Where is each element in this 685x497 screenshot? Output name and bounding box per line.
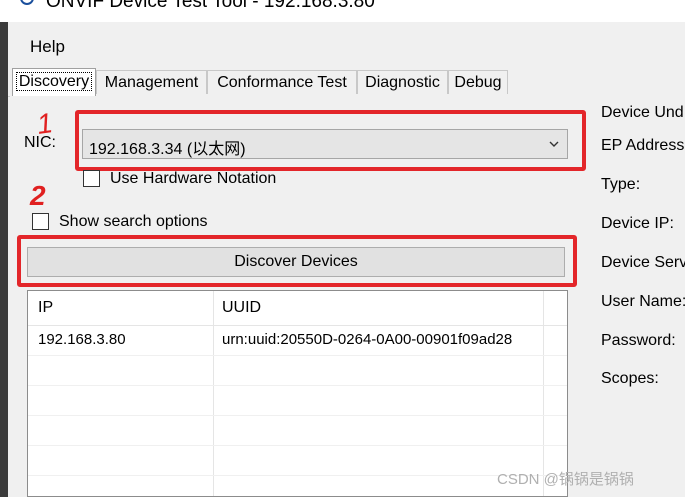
- table-header: IP UUID: [28, 291, 567, 326]
- background-window-edge: [0, 22, 8, 497]
- highlight-box-nic: [75, 110, 586, 171]
- cell-uuid: urn:uuid:20550D-0264-0A00-00901f09ad28: [222, 331, 513, 348]
- table-row-empty: [28, 355, 567, 386]
- use-hardware-notation-label: Use Hardware Notation: [110, 170, 277, 187]
- annotation-2: 2: [30, 180, 46, 211]
- table-row-empty: [28, 415, 567, 446]
- show-search-options-checkbox[interactable]: [32, 213, 49, 230]
- table-row[interactable]: 192.168.3.80 urn:uuid:20550D-0264-0A00-0…: [28, 325, 567, 356]
- table-row-empty: [28, 385, 567, 416]
- watermark: CSDN @锅锅是锅锅: [497, 471, 634, 488]
- table-row-empty: [28, 445, 567, 476]
- tab-discovery[interactable]: Discovery: [12, 68, 96, 96]
- menu-help[interactable]: Help: [28, 36, 67, 58]
- column-header-ip[interactable]: IP: [38, 299, 53, 317]
- menu-bar: Help: [8, 32, 685, 60]
- app-logo-icon: [20, 0, 34, 5]
- highlight-box-discover: [17, 235, 577, 287]
- label-device-service: Device Serv: [601, 254, 685, 271]
- label-device-under-test: Device Und: [601, 104, 684, 121]
- device-list-table[interactable]: IP UUID 192.168.3.80 urn:uuid:20550D-026…: [27, 290, 568, 497]
- device-info-panel: Device Und EP Address: Type: Device IP: …: [590, 96, 685, 497]
- title-bar: ONVIF Device Test Tool - 192.168.3.80: [0, 0, 685, 22]
- label-user-name: User Name:: [601, 293, 685, 310]
- window-title: ONVIF Device Test Tool - 192.168.3.80: [46, 0, 375, 12]
- tab-debug[interactable]: Debug: [448, 70, 508, 94]
- label-password: Password:: [601, 332, 676, 349]
- tab-diagnostic[interactable]: Diagnostic: [357, 70, 448, 94]
- cell-ip: 192.168.3.80: [38, 331, 126, 348]
- tab-management[interactable]: Management: [96, 70, 207, 94]
- show-search-options-label: Show search options: [59, 213, 208, 230]
- label-type: Type:: [601, 176, 641, 193]
- tab-strip: Discovery Management Conformance Test Di…: [8, 68, 685, 97]
- column-header-uuid[interactable]: UUID: [222, 299, 261, 317]
- nic-label: NIC:: [24, 134, 56, 151]
- tab-conformance-test[interactable]: Conformance Test: [207, 70, 357, 94]
- label-device-ip: Device IP:: [601, 215, 674, 232]
- label-ep-address: EP Address:: [601, 137, 685, 154]
- label-scopes: Scopes:: [601, 370, 659, 387]
- use-hardware-notation-checkbox[interactable]: [83, 170, 100, 187]
